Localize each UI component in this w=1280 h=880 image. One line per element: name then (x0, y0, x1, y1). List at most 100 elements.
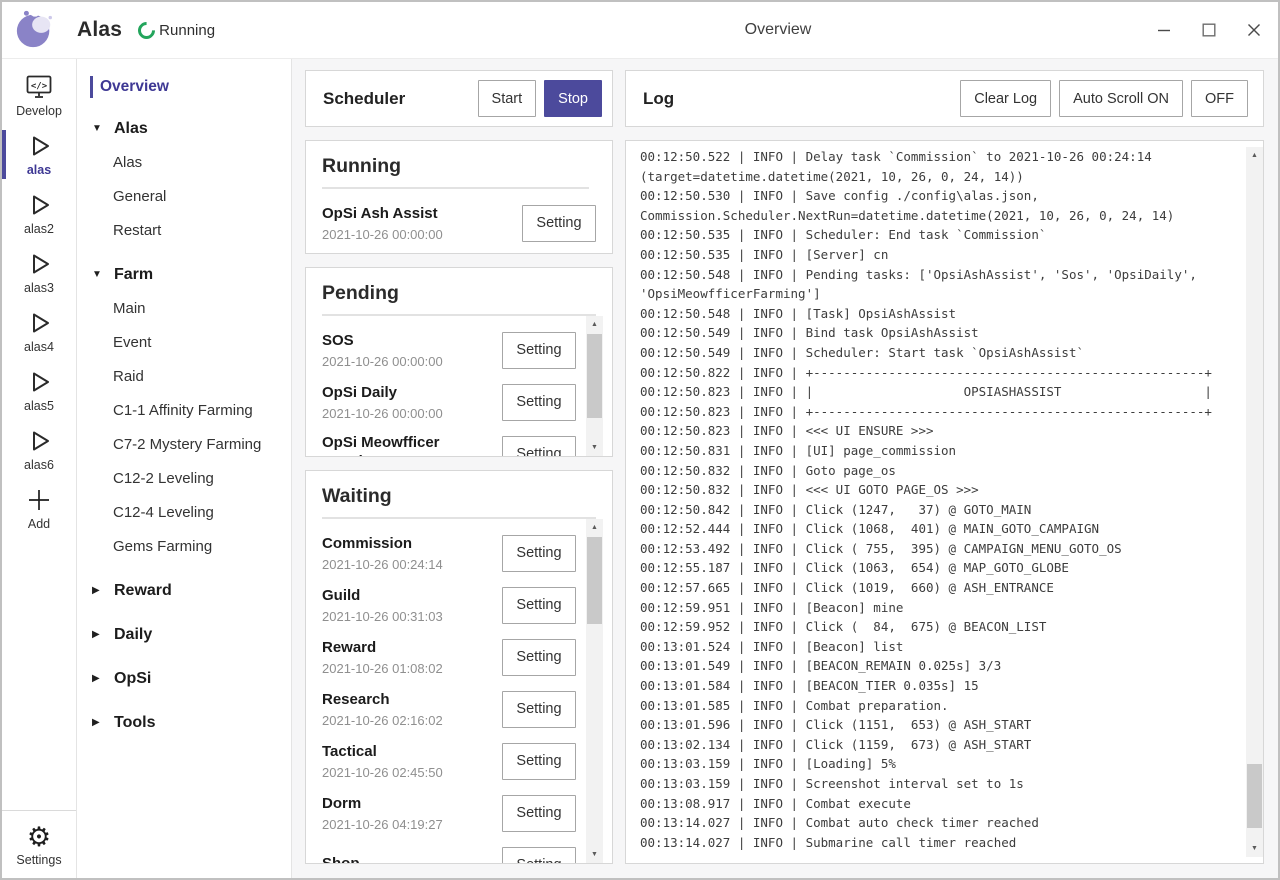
nav-group-reward[interactable]: ▶ Reward (77, 574, 291, 607)
sidebar-item-alas5[interactable]: alas5 (2, 361, 76, 420)
sidebar-item-label: alas5 (24, 399, 54, 413)
task-setting-button[interactable]: Setting (502, 587, 576, 624)
alas-logo (14, 9, 56, 51)
scroll-down-icon[interactable]: ▼ (586, 439, 603, 456)
running-list: OpSi Ash Assist 2021-10-26 00:00:00 Sett… (322, 189, 596, 253)
nav-group-alas[interactable]: ▼ Alas (77, 112, 291, 145)
task-setting-button[interactable]: Setting (522, 205, 596, 242)
nav-group-tools[interactable]: ▶ Tools (77, 706, 291, 739)
task-name: OpSi Daily (322, 383, 494, 402)
start-button[interactable]: Start (478, 80, 537, 117)
nav-item-c12-2-leveling[interactable]: C12-2 Leveling (77, 461, 291, 495)
minimize-icon[interactable] (1156, 22, 1172, 38)
nav-item-c7-2-mystery-farming[interactable]: C7-2 Mystery Farming (77, 427, 291, 461)
auto-scroll-off-button[interactable]: OFF (1191, 80, 1248, 117)
play-icon (25, 427, 53, 455)
play-icon (25, 132, 53, 160)
log-line: 00:12:53.492 | INFO | Click ( 755, 395) … (640, 539, 1246, 559)
scroll-up-icon[interactable]: ▲ (1246, 147, 1263, 164)
task-setting-button[interactable]: Setting (502, 639, 576, 676)
nav-group-farm[interactable]: ▼ Farm (77, 258, 291, 291)
nav-item-event[interactable]: Event (77, 325, 291, 359)
task-setting-button[interactable]: Setting (502, 691, 576, 728)
log-line: 00:13:03.159 | INFO | [Loading] 5% (640, 754, 1246, 774)
play-icon (25, 368, 53, 396)
log-line: 00:12:50.832 | INFO | <<< UI GOTO PAGE_O… (640, 480, 1246, 500)
sidebar-item-alas[interactable]: alas (2, 125, 76, 184)
nav-item-c1-1-affinity-farming[interactable]: C1-1 Affinity Farming (77, 393, 291, 427)
settings-label: Settings (16, 853, 61, 867)
svg-text:</>: </> (31, 82, 48, 92)
clear-log-button[interactable]: Clear Log (960, 80, 1051, 117)
task-name: OpSi Ash Assist (322, 204, 514, 223)
sidebar-item-alas2[interactable]: alas2 (2, 184, 76, 243)
task-setting-button[interactable]: Setting (502, 384, 576, 421)
sidebar-item-add[interactable]: Add (2, 479, 76, 538)
nav-item-raid[interactable]: Raid (77, 359, 291, 393)
task-setting-button[interactable]: Setting (502, 743, 576, 780)
tree-arrow-icon: ▶ (92, 673, 103, 684)
task-setting-button[interactable]: Setting (502, 847, 576, 864)
task-next-run-time: 2021-10-26 04:19:27 (322, 817, 494, 832)
nav-item-c12-4-leveling[interactable]: C12-4 Leveling (77, 495, 291, 529)
nav-item-label: C12-4 Leveling (113, 504, 214, 521)
maximize-icon[interactable] (1201, 22, 1217, 38)
nav-group-label: Farm (114, 266, 153, 284)
nav-item-label: C12-2 Leveling (113, 470, 214, 487)
log-line: 00:12:50.548 | INFO | Pending tasks: ['O… (640, 265, 1246, 304)
nav-item-main[interactable]: Main (77, 291, 291, 325)
waiting-panel: Waiting Commission 2021-10-26 00:24:14 S… (305, 470, 613, 864)
task-setting-button[interactable]: Setting (502, 332, 576, 369)
nav-item-label: Gems Farming (113, 538, 212, 555)
nav-item-overview[interactable]: Overview (77, 73, 291, 101)
nav-group-daily[interactable]: ▶ Daily (77, 618, 291, 651)
stop-button[interactable]: Stop (544, 80, 602, 117)
nav-item-label: Main (113, 300, 146, 317)
task-setting-button[interactable]: Setting (502, 795, 576, 832)
nav-item-gems-farming[interactable]: Gems Farming (77, 529, 291, 563)
sidebar-item-label: alas6 (24, 458, 54, 472)
nav-group-label: Daily (114, 626, 152, 644)
task-setting-button[interactable]: Setting (502, 436, 576, 457)
waiting-scrollbar[interactable]: ▲ ▼ (586, 519, 603, 863)
nav-group-opsi[interactable]: ▶ OpSi (77, 662, 291, 695)
sidebar-item-alas6[interactable]: alas6 (2, 420, 76, 479)
pending-title: Pending (322, 282, 596, 316)
window-controls (1156, 2, 1262, 58)
task-row-guild: Guild 2021-10-26 00:31:03 Setting (322, 579, 576, 631)
nav-item-alas[interactable]: Alas (77, 145, 291, 179)
gear-icon: ⚙ (27, 822, 51, 852)
log-line: 00:12:57.665 | INFO | Click (1019, 660) … (640, 578, 1246, 598)
sidebar-item-alas3[interactable]: alas3 (2, 243, 76, 302)
play-icon (25, 250, 53, 278)
task-next-run-time: 2021-10-26 00:00:00 (322, 227, 514, 242)
config-nav-column: Overview ▼ Alas Alas General Restart ▼ F… (77, 59, 292, 878)
sidebar-item-settings[interactable]: ⚙ Settings (2, 810, 76, 878)
auto-scroll-on-button[interactable]: Auto Scroll ON (1059, 80, 1183, 117)
scrollbar-thumb[interactable] (587, 334, 602, 418)
nav-item-label: Alas (113, 154, 142, 171)
close-icon[interactable] (1246, 22, 1262, 38)
log-line: 00:13:01.524 | INFO | [Beacon] list (640, 637, 1246, 657)
scrollbar-thumb[interactable] (1247, 764, 1262, 828)
sidebar-item-develop[interactable]: </> Develop (2, 66, 76, 125)
task-row-commission: Commission 2021-10-26 00:24:14 Setting (322, 527, 576, 579)
task-next-run-time: 2021-10-26 00:00:00 (322, 354, 494, 369)
task-next-run-time: 2021-10-26 00:00:00 (322, 406, 494, 421)
scroll-up-icon[interactable]: ▲ (586, 316, 603, 333)
main-area: </> Develop alas alas2 alas3 alas4 alas5… (2, 59, 1278, 878)
log-scrollbar[interactable]: ▲ ▼ (1246, 147, 1263, 857)
scroll-up-icon[interactable]: ▲ (586, 519, 603, 536)
sidebar-item-label: alas (27, 163, 51, 177)
pending-scrollbar[interactable]: ▲ ▼ (586, 316, 603, 456)
task-name: Tactical (322, 742, 494, 761)
log-line: 00:12:50.535 | INFO | Scheduler: End tas… (640, 225, 1246, 245)
nav-item-restart[interactable]: Restart (77, 213, 291, 247)
log-line: 00:12:59.951 | INFO | [Beacon] mine (640, 598, 1246, 618)
nav-item-general[interactable]: General (77, 179, 291, 213)
scroll-down-icon[interactable]: ▼ (1246, 840, 1263, 857)
scroll-down-icon[interactable]: ▼ (586, 846, 603, 863)
task-setting-button[interactable]: Setting (502, 535, 576, 572)
scrollbar-thumb[interactable] (587, 537, 602, 624)
sidebar-item-alas4[interactable]: alas4 (2, 302, 76, 361)
